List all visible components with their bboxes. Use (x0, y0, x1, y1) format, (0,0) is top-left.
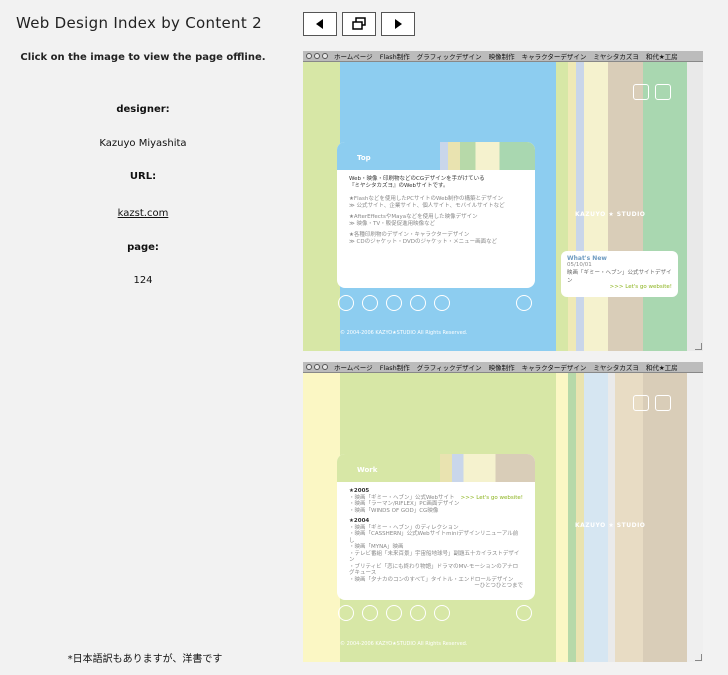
mobile-icon (633, 84, 649, 100)
top-panel: Top Web・映像・印刷物などのCGデザインを手がけている 『ミヤシタカズヨ』… (337, 142, 535, 288)
prev-button[interactable] (303, 12, 337, 36)
designer-label: designer: (116, 104, 170, 115)
next-button[interactable] (381, 12, 415, 36)
screenshot-bottom[interactable]: ホームページ Flash制作 グラフィックデザイン 映像制作 キャラクターデザイ… (303, 362, 703, 662)
triangle-right-icon (395, 19, 402, 29)
whats-new-box: What's New 05/10/01 映画「ギミー・ヘブン」公式サイトデザイン… (561, 251, 678, 297)
gear-icon (338, 605, 354, 621)
picture-icon (410, 605, 426, 621)
info-panel: Click on the image to view the page offl… (0, 52, 286, 63)
site-copyright: © 2004-2006 KAZYO★STUDIO All Rights Rese… (340, 330, 468, 336)
site-menubar-bottom: ホームページ Flash制作 グラフィックデザイン 映像制作 キャラクターデザイ… (303, 362, 703, 373)
resize-grip (695, 654, 702, 661)
windows-icon (352, 17, 366, 30)
page-value: 124 (133, 275, 153, 286)
studio-logo-text-bottom: KAZUYO ★ STUDIO (575, 522, 646, 529)
edit-icon (386, 605, 402, 621)
triangle-left-icon (316, 19, 323, 29)
url-link[interactable]: kazst.com (118, 208, 169, 219)
resize-grip (695, 343, 702, 350)
document-icon (655, 84, 671, 100)
designer-value: Kazuyo Miyashita (99, 138, 187, 149)
work-panel: Work ★2005 ・映画「ギミー・ヘブン」公式Webサイト >>> Let'… (337, 454, 535, 600)
mail-icon (434, 605, 450, 621)
edit-icon (386, 295, 402, 311)
footnote: *日本語訳もありますが、洋書です (67, 654, 223, 665)
mail-icon (434, 295, 450, 311)
site-menubar: ホームページ Flash制作 グラフィックデザイン 映像制作 キャラクターデザイ… (303, 51, 703, 62)
gear-icon (338, 295, 354, 311)
studio-logo-text: KAZUYO ★ STUDIO (575, 211, 646, 218)
page-label: page: (127, 242, 159, 253)
speaker-icon (516, 605, 532, 621)
person-icon (362, 295, 378, 311)
speaker-icon (516, 295, 532, 311)
url-label: URL: (129, 171, 157, 182)
offline-hint: Click on the image to view the page offl… (20, 52, 266, 63)
site-copyright-bottom: © 2004-2006 KAZYO★STUDIO All Rights Rese… (340, 641, 468, 647)
overview-button[interactable] (342, 12, 376, 36)
document-icon (655, 395, 671, 411)
url-value: kazst.com (0, 208, 286, 219)
site-title: Web Design Index by Content 2 (16, 14, 262, 32)
screenshot-top[interactable]: ホームページ Flash制作 グラフィックデザイン 映像制作 キャラクターデザイ… (303, 51, 703, 351)
mobile-icon (633, 395, 649, 411)
picture-icon (410, 295, 426, 311)
person-icon (362, 605, 378, 621)
